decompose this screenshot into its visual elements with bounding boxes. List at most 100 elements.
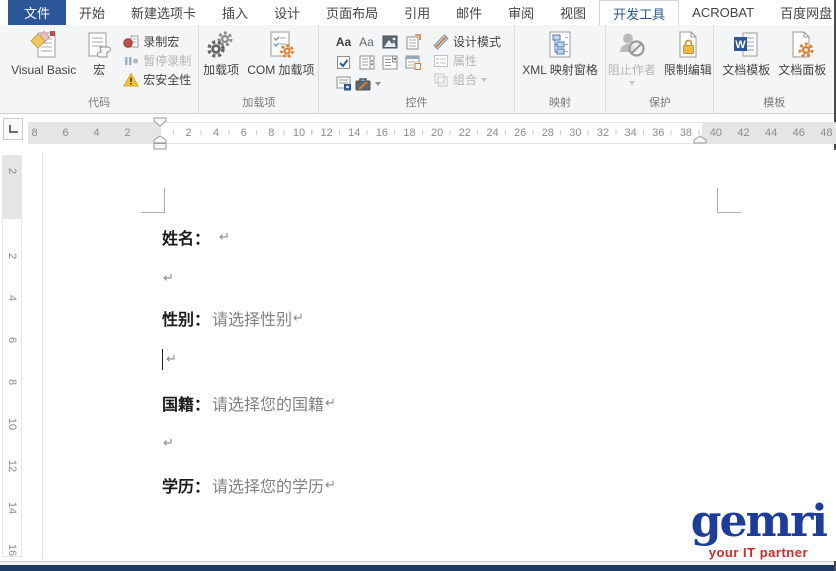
combo-box-control-button[interactable] [355,52,378,73]
empty-paragraph[interactable]: ↵ [162,267,174,289]
com-addins-button[interactable]: COM 加载项 [243,27,318,77]
tab-home[interactable]: 开始 [66,0,118,25]
ruler-number: 2 [124,127,131,139]
restrict-editing-button[interactable]: 限制编辑 [660,27,716,77]
checkbox-control-button[interactable] [332,52,355,73]
design-mode-button[interactable]: 设计模式 [432,32,501,51]
group-dropdown-arrow [481,77,488,82]
field-label-gender: 性别： [162,312,211,329]
block-authors-label: 阻止作者 [607,63,656,77]
block-authors-dropdown-arrow [628,81,635,85]
macro-security-button[interactable]: 宏安全性 [122,70,191,89]
vertical-ruler[interactable]: 2 2 4 6 8 10 12 14 16 [2,155,22,557]
date-picker-control-icon [405,55,421,70]
left-indent-marker[interactable] [153,143,167,150]
group-button[interactable]: 组合 [432,70,501,89]
right-indent-marker[interactable] [693,135,707,144]
paragraph-mark: ↵ [325,395,336,411]
macros-button[interactable]: 宏 [80,27,118,77]
empty-paragraph-with-cursor[interactable]: ↵ [162,348,177,370]
document-template-label: 文档模板 [722,63,771,77]
ruler-number: 14 [6,501,18,515]
ruler-number: 48 [820,127,833,139]
group-objects-icon [432,72,449,88]
properties-icon [432,53,449,69]
tab-view[interactable]: 视图 [547,0,599,25]
field-label-nationality: 国籍： [162,397,211,414]
ruler-number: 4 [93,127,100,139]
date-picker-control-button[interactable] [401,52,424,73]
record-macro-button[interactable]: 录制宏 [122,32,191,51]
ribbon-tab-bar: 文件 开始 新建选项卡 插入 设计 页面布局 引用 邮件 审阅 视图 开发工具 … [0,0,834,25]
document-panel-button[interactable]: 文档面板 [774,27,830,77]
dropdown-placeholder-gender[interactable]: 请选择性别 [212,306,292,330]
xml-mapping-pane-button[interactable]: XML 映射窗格 [518,27,602,77]
macros-label: 宏 [93,63,106,77]
ruler-right-margin: 40 42 44 46 48 [702,123,835,143]
gemri-tagline: your IT partner [708,545,809,560]
tab-insert[interactable]: 插入 [209,0,261,25]
tab-new-custom-tab[interactable]: 新建选项卡 [118,0,209,25]
first-line-indent-marker[interactable] [153,117,167,127]
tab-page-layout[interactable]: 页面布局 [313,0,391,25]
group-label-controls: 控件 [405,97,428,109]
margin-corner-top-right [717,188,741,213]
paragraph-mark: ↵ [293,310,304,326]
gemri-logo: gemri [690,496,828,547]
vruler-top-margin: 2 [2,155,22,218]
group-label: 组合 [453,73,478,87]
document-template-icon: W [731,28,761,62]
properties-button[interactable]: 属性 [432,51,501,70]
paragraph-mark: ↵ [166,351,177,367]
empty-paragraph[interactable]: ↵ [162,432,174,454]
form-line-gender[interactable]: 性别： 请选择性别 ↵ [162,306,304,330]
field-label-education: 学历： [162,479,211,496]
repeating-section-control-button[interactable] [332,73,355,94]
ruler-row: 8642 2468101214161820222426283032343638 … [0,114,836,150]
svg-text:W: W [735,39,746,51]
ribbon-developer: Visual Basic 宏 录制宏 暂停录制 宏安全性 代码 加载项 COM … [0,25,834,114]
picture-control-icon [382,35,398,48]
dropdown-placeholder-education[interactable]: 请选择您的学历 [212,473,324,497]
tab-developer[interactable]: 开发工具 [599,0,680,25]
ruler-number: 46 [792,127,805,139]
content-controls-grid: Aa Aa [332,27,424,94]
tab-mailings[interactable]: 邮件 [443,0,495,25]
visual-basic-icon [29,28,59,62]
visual-basic-label: Visual Basic [11,63,77,77]
tab-baidu-netdisk[interactable]: 百度网盘 [767,0,836,25]
rich-text-control-button[interactable]: Aa [332,31,355,52]
paragraph-mark: ↵ [163,435,174,451]
tab-file[interactable]: 文件 [8,0,67,25]
group-label-protect: 保护 [648,97,671,109]
vruler-text-area: 2 4 6 8 10 12 14 16 [2,218,22,557]
tab-acrobat[interactable]: ACROBAT [679,0,767,25]
legacy-tools-button[interactable] [355,73,401,94]
addins-button[interactable]: 加载项 [199,27,243,77]
design-mode-label: 设计模式 [453,35,502,49]
form-line-nationality[interactable]: 国籍： 请选择您的国籍 ↵ [162,391,336,415]
picture-control-button[interactable] [378,31,401,52]
restrict-editing-icon [673,28,703,62]
dropdown-list-control-button[interactable] [378,52,401,73]
tab-review[interactable]: 审阅 [495,0,547,25]
tab-design[interactable]: 设计 [261,0,313,25]
form-line-education[interactable]: 学历： 请选择您的学历 ↵ [162,473,336,497]
form-line-name[interactable]: 姓名： ↵ [162,226,230,249]
ribbon-group-controls: Aa Aa 设计模式 属性 组合 控件 [319,25,515,113]
block-authors-button[interactable]: 阻止作者 [604,27,660,85]
plain-text-control-button[interactable]: Aa [355,31,378,52]
left-tab-stop-icon [8,125,18,133]
pause-recording-button[interactable]: 暂停录制 [122,51,191,70]
paragraph-mark: ↵ [325,477,336,493]
visual-basic-button[interactable]: Visual Basic [7,27,80,77]
ribbon-group-addins: 加载项 COM 加载项 加载项 [199,25,320,113]
ruler-number: 12 [6,459,18,473]
building-block-gallery-button[interactable] [401,31,424,52]
tab-references[interactable]: 引用 [391,0,443,25]
document-template-button[interactable]: W 文档模板 [718,27,774,77]
xml-mapping-pane-icon [545,28,575,62]
paragraph-mark: ↵ [219,229,230,245]
dropdown-placeholder-nationality[interactable]: 请选择您的国籍 [212,391,324,415]
restrict-editing-label: 限制编辑 [663,63,712,77]
